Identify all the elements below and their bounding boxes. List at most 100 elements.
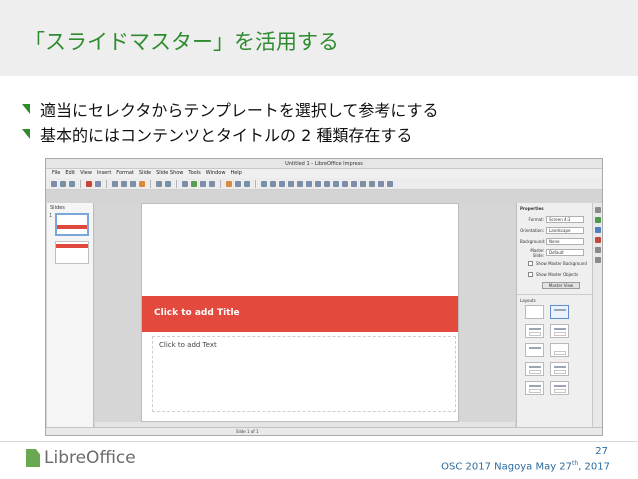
background-select[interactable]: None	[546, 238, 584, 245]
content-placeholder-box[interactable]: Click to add Text	[152, 336, 456, 412]
save-icon[interactable]	[69, 180, 75, 187]
arrange-icon[interactable]	[360, 180, 366, 187]
bullet-item: 適当にセレクタからテンプレートを選択して参考にする	[22, 97, 439, 121]
new-icon[interactable]	[51, 180, 57, 187]
layout-title-bar	[554, 366, 566, 368]
orientation-select[interactable]: Landscape	[546, 227, 584, 234]
layout-four-content[interactable]	[525, 381, 544, 395]
show-master-objects-label: Show Master Objects	[536, 272, 579, 277]
menu-slide[interactable]: Slide	[139, 169, 151, 178]
print-icon[interactable]	[95, 180, 101, 187]
bullet-marker-icon	[22, 129, 30, 139]
ellipse-icon[interactable]	[297, 180, 303, 187]
layout-body	[529, 370, 541, 374]
libreoffice-logo: LibreOffice	[26, 448, 136, 468]
slide-thumbnail-layout[interactable]	[55, 241, 89, 264]
paste-icon[interactable]	[130, 180, 136, 187]
master-slides-deck-icon[interactable]	[595, 217, 601, 223]
menu-insert[interactable]: Insert	[97, 169, 111, 178]
gallery-deck-icon[interactable]	[595, 247, 601, 253]
show-master-background-row: Show Master Background	[517, 258, 602, 269]
layout-body	[554, 351, 566, 355]
navigator-deck-icon[interactable]	[595, 257, 601, 263]
arrow-icon[interactable]	[306, 180, 312, 187]
rotate-icon[interactable]	[342, 180, 348, 187]
menu-help[interactable]: Help	[230, 169, 241, 178]
layout-centered-text[interactable]	[550, 343, 569, 357]
format-select[interactable]: Screen 4:3	[546, 216, 584, 223]
slide-thumbnail-master[interactable]	[55, 213, 89, 236]
master-view-button[interactable]: Master View	[542, 282, 580, 289]
slide-canvas[interactable]: Click to add Title Click to add Text	[95, 203, 515, 427]
animation-deck-icon[interactable]	[595, 227, 601, 233]
window-title: Untitled 1 - LibreOffice Impress	[46, 159, 602, 169]
start-presentation-icon[interactable]	[226, 180, 232, 187]
show-master-background-checkbox[interactable]	[528, 261, 533, 266]
layout-content-two[interactable]	[550, 362, 569, 376]
copy-icon[interactable]	[121, 180, 127, 187]
menu-format[interactable]: Format	[116, 169, 134, 178]
redo-icon[interactable]	[165, 180, 171, 187]
layout-six-content[interactable]	[550, 381, 569, 395]
master-slide[interactable]: Click to add Title Click to add Text	[141, 203, 459, 422]
textbox-icon[interactable]	[209, 180, 215, 187]
properties-deck-icon[interactable]	[595, 207, 601, 213]
menu-tools[interactable]: Tools	[188, 169, 200, 178]
table-icon[interactable]	[182, 180, 188, 187]
curve-icon[interactable]	[315, 180, 321, 187]
sidebar-background-row: Background: None	[517, 236, 602, 247]
layout-blank[interactable]	[525, 305, 544, 319]
bullet-item: 基本的にはコンテンツとタイトルの 2 種類存在する	[22, 122, 439, 146]
layout-body	[529, 332, 541, 336]
footer-year: , 2017	[578, 461, 610, 473]
filter-icon[interactable]	[387, 180, 393, 187]
menu-window[interactable]: Window	[206, 169, 226, 178]
new-slide-icon[interactable]	[235, 180, 241, 187]
connector-icon[interactable]	[324, 180, 330, 187]
align-icon[interactable]	[351, 180, 357, 187]
slides-pane-title: Slides	[50, 205, 65, 211]
shadow-icon[interactable]	[369, 180, 375, 187]
menu-slide-show[interactable]: Slide Show	[156, 169, 183, 178]
show-master-objects-checkbox[interactable]	[528, 272, 533, 277]
layout-title-bar	[529, 385, 541, 387]
content-placeholder[interactable]: Click to add Text	[159, 341, 217, 349]
layout-title-content[interactable]	[525, 324, 544, 338]
open-icon[interactable]	[60, 180, 66, 187]
menu-view[interactable]: View	[80, 169, 92, 178]
rectangle-icon[interactable]	[288, 180, 294, 187]
transition-deck-icon[interactable]	[595, 237, 601, 243]
title-placeholder[interactable]: Click to add Title	[154, 308, 240, 318]
layouts-grid	[517, 305, 602, 395]
toolbar-separator	[80, 179, 81, 188]
layout-title-slide[interactable]	[550, 305, 569, 319]
master-view-row: Master View	[517, 280, 602, 291]
footer-event-text: OSC 2017 Nagoya May 27	[441, 461, 573, 473]
sidebar-deck-tabs	[592, 203, 602, 427]
image-icon[interactable]	[191, 180, 197, 187]
slide-number: 1	[49, 213, 53, 219]
crop-icon[interactable]	[378, 180, 384, 187]
layout-title-only[interactable]	[525, 343, 544, 357]
layout-two-content-title[interactable]	[525, 362, 544, 376]
slide-layout-icon[interactable]	[244, 180, 250, 187]
page-number: 27	[595, 446, 608, 457]
zoom-icon[interactable]	[270, 180, 276, 187]
shapes-icon[interactable]	[333, 180, 339, 187]
master-slide-select[interactable]: Default	[546, 249, 584, 256]
export-pdf-icon[interactable]	[86, 180, 92, 187]
undo-icon[interactable]	[156, 180, 162, 187]
sidebar-properties-title: Properties	[520, 206, 544, 211]
title-placeholder-band[interactable]: Click to add Title	[142, 296, 458, 332]
chart-icon[interactable]	[200, 180, 206, 187]
menu-edit[interactable]: Edit	[65, 169, 75, 178]
logo-text: LibreOffice	[44, 448, 136, 468]
layout-title-two-content[interactable]	[550, 324, 569, 338]
slides-pane: Slides 1	[47, 203, 94, 427]
cut-icon[interactable]	[112, 180, 118, 187]
line-icon[interactable]	[279, 180, 285, 187]
menu-file[interactable]: File	[52, 169, 60, 178]
clone-formatting-icon[interactable]	[139, 180, 145, 187]
status-bar: Slide 1 of 1	[46, 427, 602, 435]
select-icon[interactable]	[261, 180, 267, 187]
